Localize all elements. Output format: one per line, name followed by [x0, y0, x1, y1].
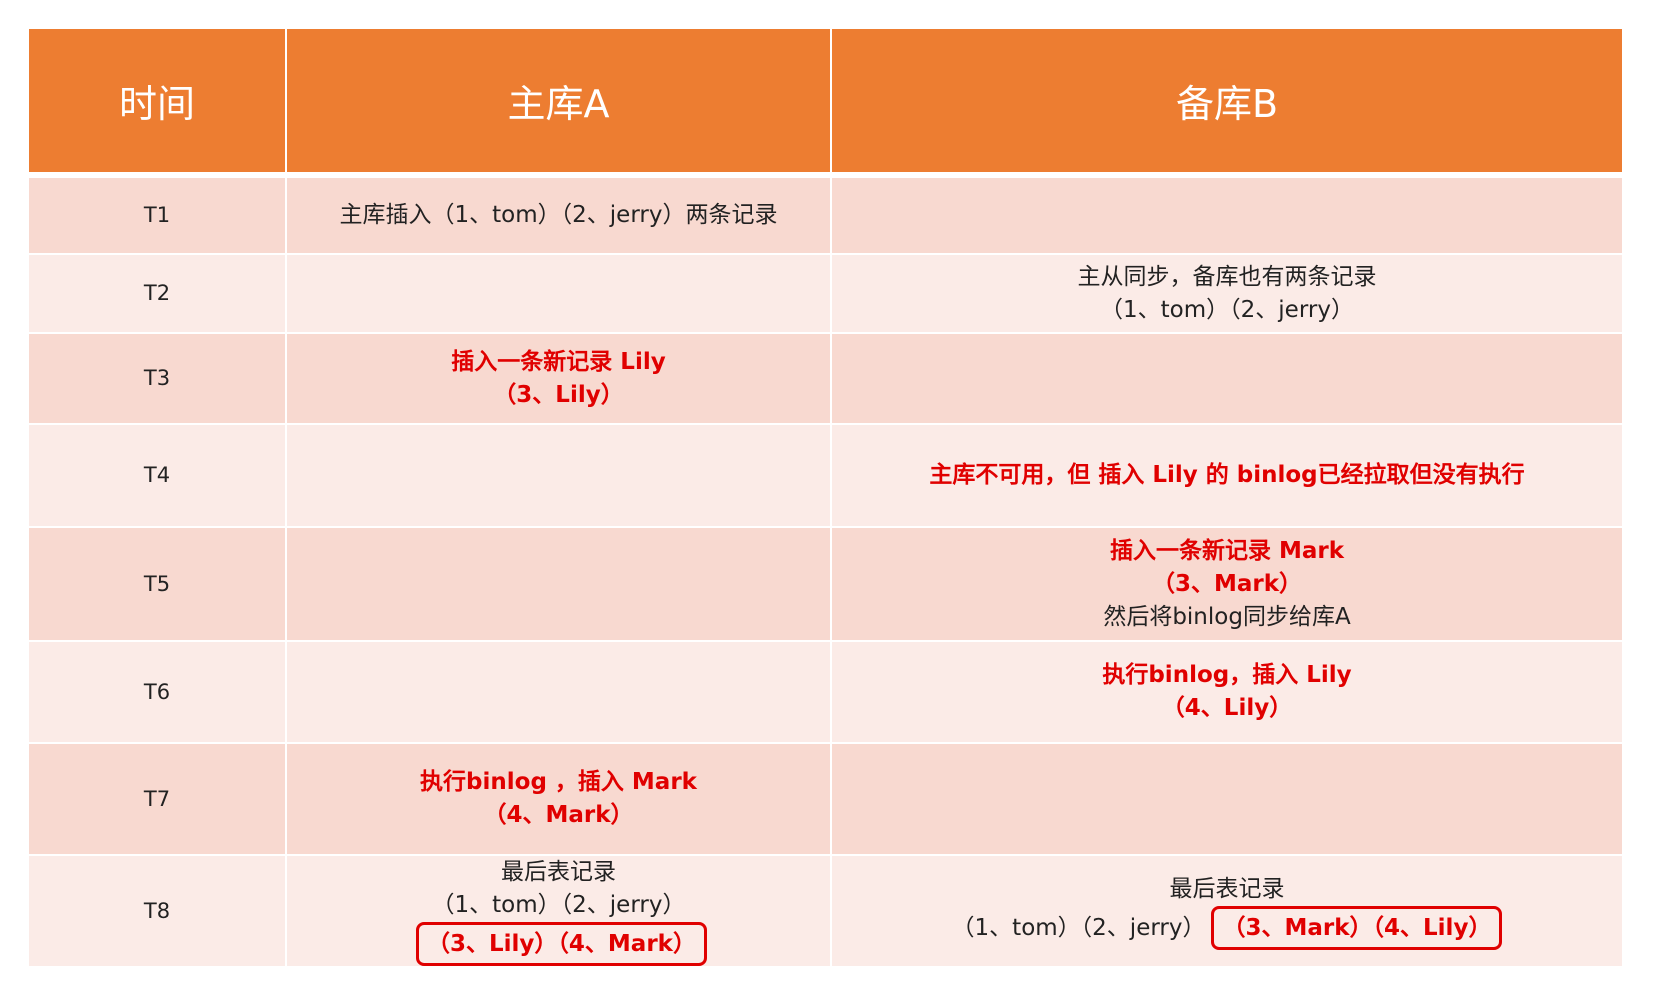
highlight-text: 执行binlog，插入 Lily — [1102, 662, 1352, 688]
replica-b-cell: 最后表记录 （1、tom）（2、jerry） （3、Mark）（4、Lily） — [830, 854, 1624, 968]
replica-b-cell: 主从同步，备库也有两条记录 （1、tom）（2、jerry） — [830, 253, 1624, 334]
cell-text: 主从同步，备库也有两条记录 — [1077, 263, 1377, 290]
final-records-title: 最后表记录 — [501, 859, 616, 885]
primary-a-cell — [285, 526, 832, 642]
table-row: T6 执行binlog，插入 Lily （4、Lily） — [27, 640, 1624, 744]
primary-a-cell: 最后表记录 （1、tom）（2、jerry） （3、Lily）（4、Mark） — [285, 854, 832, 968]
replica-b-cell: 执行binlog，插入 Lily （4、Lily） — [830, 640, 1624, 744]
primary-a-cell — [285, 640, 832, 744]
highlight-text: 插入一条新记录 Mark — [1109, 537, 1345, 564]
replica-b-cell: 主库不可用，但 插入 Lily 的 binlog已经拉取但没有执行 — [830, 423, 1624, 528]
time-cell: T3 — [27, 332, 287, 425]
primary-a-cell: 插入一条新记录 Lily （3、Lily） — [285, 332, 832, 425]
cell-text: （1、tom）（2、jerry） — [1100, 296, 1354, 323]
final-records-line: （1、tom）（2、jerry） （3、Mark）（4、Lily） — [832, 905, 1622, 950]
highlight-text: （4、Lily） — [1161, 695, 1293, 721]
table-row: T1 主库插入（1、tom）（2、jerry）两条记录 — [27, 174, 1624, 255]
replica-b-cell: 插入一条新记录 Mark （3、Mark） 然后将binlog同步给库A — [830, 526, 1624, 642]
primary-a-cell: 执行binlog ，插入 Mark （4、Mark） — [285, 742, 832, 856]
time-cell: T6 — [27, 640, 287, 744]
header-row: 时间 主库A 备库B — [27, 27, 1624, 178]
primary-a-cell — [285, 253, 832, 334]
final-records-prefix: （1、tom）（2、jerry） — [431, 892, 686, 918]
highlight-text: （4、Mark） — [483, 802, 634, 828]
primary-a-cell — [285, 423, 832, 528]
table-row: T4 主库不可用，但 插入 Lily 的 binlog已经拉取但没有执行 — [27, 423, 1624, 528]
highlight-box: （3、Lily）（4、Mark） — [416, 922, 707, 966]
table-row: T3 插入一条新记录 Lily （3、Lily） — [27, 332, 1624, 425]
cell-text: 然后将binlog同步给库A — [1103, 603, 1351, 630]
highlight-text: 插入一条新记录 Lily — [451, 348, 666, 375]
highlight-text: （3、Mark） — [1151, 570, 1303, 597]
highlight-box: （3、Mark）（4、Lily） — [1211, 905, 1503, 950]
primary-a-cell: 主库插入（1、tom）（2、jerry）两条记录 — [285, 174, 832, 255]
final-records-line: （1、tom）（2、jerry） （3、Lily）（4、Mark） — [287, 889, 830, 966]
highlight-text: （3、Lily） — [493, 381, 624, 408]
time-cell: T2 — [27, 253, 287, 334]
cell-text: 主库插入（1、tom）（2、jerry）两条记录 — [339, 202, 778, 228]
replication-timeline-table: 时间 主库A 备库B T1 主库插入（1、tom）（2、jerry）两条记录 T… — [27, 27, 1624, 968]
time-cell: T4 — [27, 423, 287, 528]
time-cell: T7 — [27, 742, 287, 856]
time-cell: T8 — [27, 854, 287, 968]
highlight-text: 执行binlog ，插入 Mark — [420, 769, 697, 795]
replica-b-cell — [830, 742, 1624, 856]
table-row: T7 执行binlog ，插入 Mark （4、Mark） — [27, 742, 1624, 856]
header-time: 时间 — [27, 27, 287, 178]
header-replica-b: 备库B — [830, 27, 1624, 178]
final-records-prefix: （1、tom）（2、jerry） — [951, 914, 1206, 941]
table-row: T2 主从同步，备库也有两条记录 （1、tom）（2、jerry） — [27, 253, 1624, 334]
replica-b-cell — [830, 332, 1624, 425]
highlight-text: 主库不可用，但 插入 Lily 的 binlog已经拉取但没有执行 — [929, 462, 1525, 488]
time-cell: T1 — [27, 174, 287, 255]
header-primary-a: 主库A — [285, 27, 832, 178]
time-cell: T5 — [27, 526, 287, 642]
table-row: T5 插入一条新记录 Mark （3、Mark） 然后将binlog同步给库A — [27, 526, 1624, 642]
final-records-title: 最后表记录 — [1169, 875, 1285, 902]
replica-b-cell — [830, 174, 1624, 255]
table-row: T8 最后表记录 （1、tom）（2、jerry） （3、Lily）（4、Mark… — [27, 854, 1624, 968]
